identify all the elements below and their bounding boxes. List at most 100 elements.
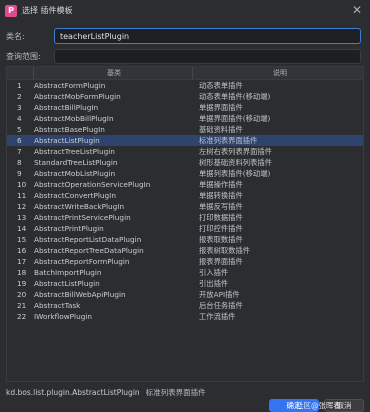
column-divider xyxy=(192,67,193,79)
selected-class-description: 标准列表界面插件 xyxy=(145,388,206,397)
row-base-class: AbstractConvertPlugIn xyxy=(34,191,116,200)
row-number: 1 xyxy=(17,81,22,90)
row-description: 单据操作插件 xyxy=(199,180,243,189)
table-row[interactable]: 1 AbstractFormPlugin 动态表单插件 xyxy=(7,80,363,91)
row-base-class: BatchImportPlugin xyxy=(34,268,102,277)
row-description: 单据反写插件 xyxy=(199,202,243,211)
plugin-table: 基类 说明 1 AbstractFormPlugin 动态表单插件 2 Abstract… xyxy=(6,66,364,382)
row-description: 报表树取数插件 xyxy=(199,246,251,255)
table-row[interactable]: 9 AbstractMobListPlugin 单据列表插件(移动端) xyxy=(7,168,363,179)
row-base-class: AbstractMobFormPlugin xyxy=(34,92,121,101)
close-button[interactable]: ✕ xyxy=(350,3,364,17)
row-number: 19 xyxy=(17,279,27,288)
table-row[interactable]: 11 AbstractConvertPlugIn 单据转换插件 xyxy=(7,190,363,201)
row-base-class: AbstractMobBillPlugIn xyxy=(34,114,114,123)
row-base-class: AbstractFormPlugin xyxy=(34,81,106,90)
table-row[interactable]: 19 AbstractListPlugin 引出插件 xyxy=(7,278,363,289)
table-row[interactable]: 4 AbstractMobBillPlugIn 单据界面插件(移动端) xyxy=(7,113,363,124)
table-body: 1 AbstractFormPlugin 动态表单插件 2 AbstractMobFor… xyxy=(7,80,363,322)
row-description: 标准列表界面插件 xyxy=(199,136,258,145)
row-description: 打印数据插件 xyxy=(199,213,243,222)
close-icon: ✕ xyxy=(351,3,363,17)
table-row[interactable]: 3 AbstractBillPlugIn 单据界面插件 xyxy=(7,102,363,113)
table-row[interactable]: 14 AbstractPrintPlugin 打印控件插件 xyxy=(7,223,363,234)
row-base-class: AbstractBasePlugIn xyxy=(34,125,105,134)
row-number: 17 xyxy=(17,257,27,266)
row-number: 4 xyxy=(17,114,22,123)
table-row[interactable]: 12 AbstractWriteBackPlugIn 单据反写插件 xyxy=(7,201,363,212)
row-base-class: AbstractTask xyxy=(34,301,81,310)
row-description: 动态表单插件(移动端) xyxy=(199,92,271,101)
row-base-class: AbstractMobListPlugin xyxy=(34,169,116,178)
row-base-class: StandardTreeListPlugin xyxy=(34,158,118,167)
table-row[interactable]: 17 AbstractReportFormPlugin 报表界面插件 xyxy=(7,256,363,267)
search-scope-label: 查询范围: xyxy=(6,52,41,61)
table-row[interactable]: 2 AbstractMobFormPlugin 动态表单插件(移动端) xyxy=(7,91,363,102)
row-number: 8 xyxy=(17,158,22,167)
table-row[interactable]: 5 AbstractBasePlugIn 基础资料插件 xyxy=(7,124,363,135)
row-base-class: AbstractReportFormPlugin xyxy=(34,257,130,266)
row-description: 开放API插件 xyxy=(199,290,240,299)
table-row[interactable]: 8 StandardTreeListPlugin 树形基础资料列表插件 xyxy=(7,157,363,168)
row-number: 12 xyxy=(17,202,27,211)
column-header-base-class[interactable]: 基类 xyxy=(107,68,121,78)
row-base-class: AbstractBillPlugIn xyxy=(34,103,99,112)
class-name-input[interactable] xyxy=(54,28,361,44)
table-row[interactable]: 22 IWorkflowPlugin 工作流插件 xyxy=(7,311,363,322)
table-row[interactable]: 13 AbstractPrintServicePlugin 打印数据插件 xyxy=(7,212,363,223)
row-number: 13 xyxy=(17,213,27,222)
row-base-class: AbstractWriteBackPlugIn xyxy=(34,202,125,211)
row-number: 16 xyxy=(17,246,27,255)
row-description: 报表取数插件 xyxy=(199,235,243,244)
row-description: 单据界面插件 xyxy=(199,103,243,112)
table-row[interactable]: 18 BatchImportPlugin 引入插件 xyxy=(7,267,363,278)
row-number: 15 xyxy=(17,235,27,244)
row-base-class: AbstractPrintPlugin xyxy=(34,224,104,233)
row-base-class: AbstractOperationServicePlugIn xyxy=(34,180,151,189)
ok-button[interactable]: 确定 xyxy=(269,399,319,412)
table-row[interactable]: 20 AbstractBillWebApiPlugin 开放API插件 xyxy=(7,289,363,300)
row-description: 引出插件 xyxy=(199,279,229,288)
table-row[interactable]: 21 AbstractTask 后台任务插件 xyxy=(7,300,363,311)
row-number: 11 xyxy=(17,191,27,200)
row-base-class: AbstractListPlugin xyxy=(34,279,100,288)
row-number: 10 xyxy=(17,180,27,189)
row-number: 20 xyxy=(17,290,27,299)
row-description: 左树右表列表界面插件 xyxy=(199,147,272,156)
app-logo-icon: P xyxy=(5,5,17,17)
row-number: 21 xyxy=(17,301,27,310)
row-number: 22 xyxy=(17,312,27,321)
table-row[interactable]: 15 AbstractReportListDataPlugin 报表取数插件 xyxy=(7,234,363,245)
search-scope-input[interactable] xyxy=(54,49,361,64)
row-description: 报表界面插件 xyxy=(199,257,243,266)
row-base-class: AbstractTreeListPlugin xyxy=(34,147,115,156)
row-description: 后台任务插件 xyxy=(199,301,243,310)
dialog-title: 选择 插件模板 xyxy=(22,6,73,15)
row-description: 单据列表插件(移动端) xyxy=(199,169,271,178)
row-number: 9 xyxy=(17,169,22,178)
table-row[interactable]: 10 AbstractOperationServicePlugIn 单据操作插件 xyxy=(7,179,363,190)
row-base-class: IWorkflowPlugin xyxy=(34,312,92,321)
row-number: 6 xyxy=(17,136,22,145)
row-base-class: AbstractReportListDataPlugin xyxy=(34,235,142,244)
table-row[interactable]: 16 AbstractReportTreeDataPlugin 报表树取数插件 xyxy=(7,245,363,256)
class-name-label: 类名: xyxy=(6,32,25,41)
table-row[interactable]: 7 AbstractTreeListPlugin 左树右表列表界面插件 xyxy=(7,146,363,157)
row-base-class: AbstractReportTreeDataPlugin xyxy=(34,246,144,255)
row-number: 5 xyxy=(17,125,22,134)
table-row[interactable]: 6 AbstractListPlugin 标准列表界面插件 xyxy=(7,135,363,146)
row-description: 基础资料插件 xyxy=(199,125,243,134)
row-description: 单据转换插件 xyxy=(199,191,243,200)
row-number: 3 xyxy=(17,103,22,112)
table-header: 基类 说明 xyxy=(7,67,363,80)
row-number: 2 xyxy=(17,92,22,101)
row-number: 14 xyxy=(17,224,27,233)
cancel-button[interactable]: 取消 xyxy=(324,399,364,412)
row-description: 打印控件插件 xyxy=(199,224,243,233)
row-number: 18 xyxy=(17,268,27,277)
row-description: 动态表单插件 xyxy=(199,81,243,90)
row-description: 引入插件 xyxy=(199,268,229,277)
selected-class-qualified-name: kd.bos.list.plugin.AbstractListPlugin xyxy=(6,388,140,397)
column-header-description[interactable]: 说明 xyxy=(273,68,287,78)
title-bar: P 选择 插件模板 ✕ xyxy=(0,0,370,22)
